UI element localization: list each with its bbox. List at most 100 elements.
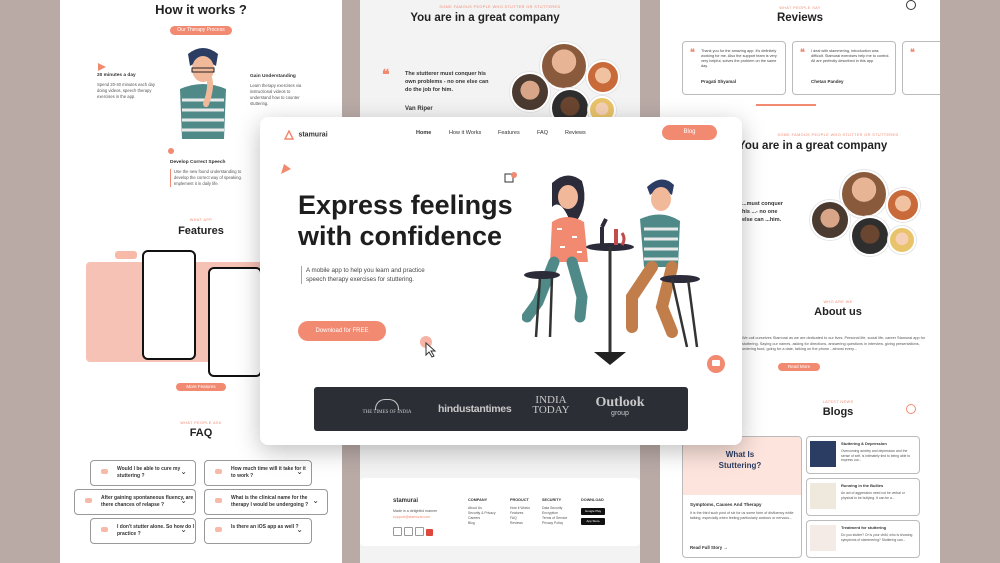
footer-col-title: SECURITY [542,498,562,502]
faq-item-2[interactable]: How much time will it take for it to wor… [204,460,312,486]
phone-mockup-1 [142,250,196,360]
app-store-badge[interactable]: App Store [581,518,605,525]
famous-person-avatar [888,226,916,254]
more-features-pill[interactable]: More Features [176,383,226,391]
chat-icon [712,360,720,366]
read-full-story-link[interactable]: Read Full Story → [690,545,728,550]
blog-banner-title: What Is Stuttering? [718,450,762,470]
blog-thumbnail [810,441,836,467]
emblem-icon [375,399,399,410]
step3-text: Use the new found understanding to devel… [170,169,242,187]
blog-card[interactable]: Stuttering & Depression Overcoming anxie… [806,436,920,474]
famous-person-avatar [510,72,550,112]
hero-title-line-1: Express feelings [298,190,513,220]
outlook-group-logo: Outlook group [590,395,650,418]
chevron-down-icon: ⌄ [312,496,319,505]
play-icon [98,63,106,71]
company-eyebrow: SOME FAMOUS PEOPLE WHO STUTTER OR STUTTE… [439,5,561,9]
facebook-icon[interactable] [393,527,402,536]
faq-item-5[interactable]: I don't stutter alone. So how do I pract… [90,518,196,544]
nav-features[interactable]: Features [498,130,520,136]
quote-icon: ❝ [800,47,805,57]
brand-logo[interactable]: stamurai [283,126,328,144]
faq-bullet-icon [215,469,222,474]
step1-title: 20 minutes a day [97,73,136,78]
cursor-icon [425,342,437,358]
faq-item-4[interactable]: What is the clinical name for the therap… [204,489,328,515]
review-author: Chetan Pandey [811,79,844,84]
faq-bullet-icon [85,498,92,503]
nav-home[interactable]: Home [416,130,431,136]
hero-landing-card: stamurai Home How it Works Features FAQ … [260,117,742,445]
step2-text: Learn therapy exercises via instructiona… [250,83,302,106]
nav-reviews[interactable]: Reviews [565,130,586,136]
company-title: You are in a great company [410,12,560,24]
decor-chip [115,251,137,259]
blog-title: Symptoms, Causes And Therapy [690,502,762,507]
phone-mockup-2 [208,267,262,377]
hero-title-line-2: with confidence [298,221,503,251]
press-sub: group [611,410,629,417]
google-play-badge[interactable]: Google Play [581,508,605,515]
thinking-man-illustration [180,48,226,139]
review-card: ❝ [902,41,940,95]
divider [756,104,816,106]
decor-circle [906,404,916,414]
blogs-eyebrow: LATEST NEWS [822,400,854,404]
decor-dot [168,148,174,154]
youtube-icon[interactable] [426,529,433,536]
press-name: THE TIMES OF INDIA [362,410,412,415]
quote-author: Van Riper [405,106,433,112]
company-quote-fragment: ...must conquer his ...- no one else can… [742,201,783,223]
blog-card[interactable]: Running in the Bullies An act of aggress… [806,478,920,516]
famous-person-avatar [850,216,890,256]
step2-title: Gain Understanding [250,74,296,79]
couple-at-cafe-illustration [522,175,700,365]
blog-excerpt: An act of aggression need not be verbal … [841,491,905,500]
reviews-eyebrow: WHAT PEOPLE SAY [779,6,821,10]
brand-name: stamurai [298,131,328,139]
footer-link[interactable]: Blog [468,521,475,526]
press-logos-strip: THE TIMES OF INDIA hindustantimes INDIA … [314,387,688,431]
blog-title: Treatment for stuttering [841,525,887,530]
therapy-process-pill[interactable]: Our Therapy Process [170,26,232,35]
reviews-title: Reviews [776,12,824,24]
press-name: Outlook [595,395,645,410]
step1-text: Spend 20-40 minutes each day doing video… [97,82,155,99]
quote-icon: ❝ [382,66,390,82]
faq-item-6[interactable]: Is there an iOS app as well ? ⌄ [204,518,312,544]
faq-bullet-icon [101,527,108,532]
nav-how-it-works[interactable]: How it Works [449,130,481,136]
blog-button[interactable]: Blog [662,125,717,140]
nav-faq[interactable]: FAQ [537,130,548,136]
decor-circle [906,0,916,10]
stamurai-logo-icon [283,129,295,140]
quote-icon: ❝ [910,47,915,57]
company-quote: The stutterer must conquer his own probl… [405,71,489,93]
quote-icon: ❝ [690,47,695,57]
footer-link[interactable]: Reviews [510,521,523,526]
faq-question: What is the clinical name for the therap… [231,495,309,508]
faq-item-1[interactable]: Would I be able to cure my stuttering ? ⌄ [90,460,196,486]
faq-item-3[interactable]: After gaining spontaneous fluency, are t… [74,489,196,515]
chat-widget-button[interactable] [707,355,725,373]
decor-shape [504,172,517,183]
blog-banner: What Is Stuttering? [683,437,801,495]
download-cta-button[interactable]: Download for FREE [298,321,386,341]
review-text: Thank you for the amazing app. It's defi… [701,49,777,68]
famous-person-avatar [886,188,920,222]
footer-col-title: COMPANY [468,498,488,502]
footer-link[interactable]: Privacy Policy [542,521,563,526]
how-it-works-title: How it works ? [155,2,247,17]
blog-card[interactable]: Treatment for stuttering Do you stutter?… [806,520,920,558]
twitter-icon[interactable] [404,527,413,536]
linkedin-icon[interactable] [415,527,424,536]
review-text: I deal with stammering, introduction was… [811,49,890,63]
hindustan-times-logo: hindustantimes [438,403,512,415]
read-more-pill[interactable]: Read More [778,363,820,371]
featured-blog-card[interactable]: What Is Stuttering? Symptoms, Causes And… [682,436,802,558]
review-author: Pragati Shyamal [701,79,737,84]
chevron-down-icon: ⌄ [180,496,187,505]
blog-excerpt: It is the third such post of six for us … [690,511,794,520]
footer-brand: stamurai [393,498,419,504]
